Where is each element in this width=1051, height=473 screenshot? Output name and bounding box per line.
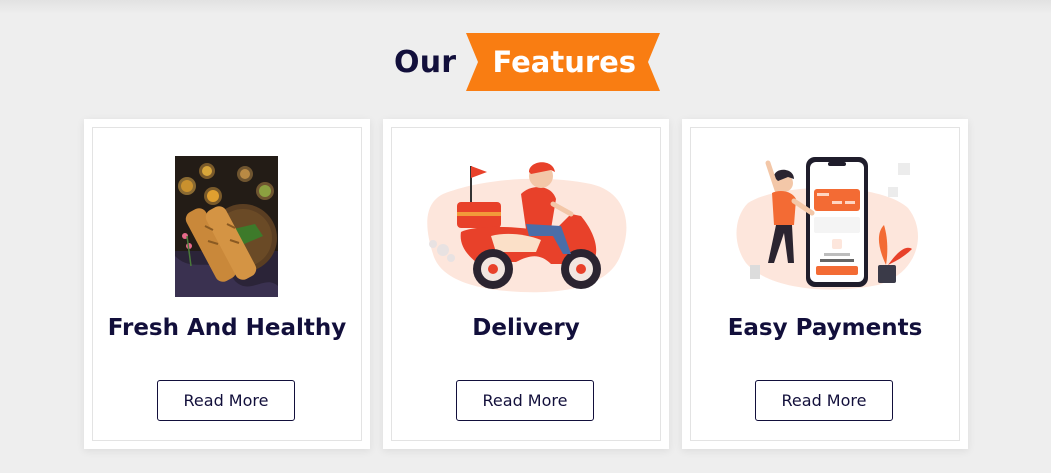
- card-title: Delivery: [472, 315, 580, 341]
- read-more-button[interactable]: Read More: [755, 380, 893, 421]
- heading-highlight: Features: [492, 45, 637, 79]
- heading-prefix: Our: [394, 44, 457, 80]
- heading-ribbon: Features: [466, 33, 661, 91]
- card-title: Easy Payments: [727, 315, 923, 341]
- feature-card-delivery: Delivery Read More: [383, 119, 669, 449]
- food-photo-icon: [175, 156, 278, 301]
- card-title: Fresh And Healthy: [107, 315, 347, 341]
- read-more-button[interactable]: Read More: [157, 380, 295, 421]
- mobile-payment-icon: [728, 153, 928, 299]
- read-more-button[interactable]: Read More: [456, 380, 594, 421]
- feature-card-payments: Easy Payments Read More: [682, 119, 968, 449]
- feature-card-fresh: Fresh And Healthy Read More: [84, 119, 370, 449]
- delivery-scooter-icon: [421, 154, 631, 306]
- top-shade: [0, 0, 1051, 14]
- section-heading: Our Features: [394, 32, 661, 92]
